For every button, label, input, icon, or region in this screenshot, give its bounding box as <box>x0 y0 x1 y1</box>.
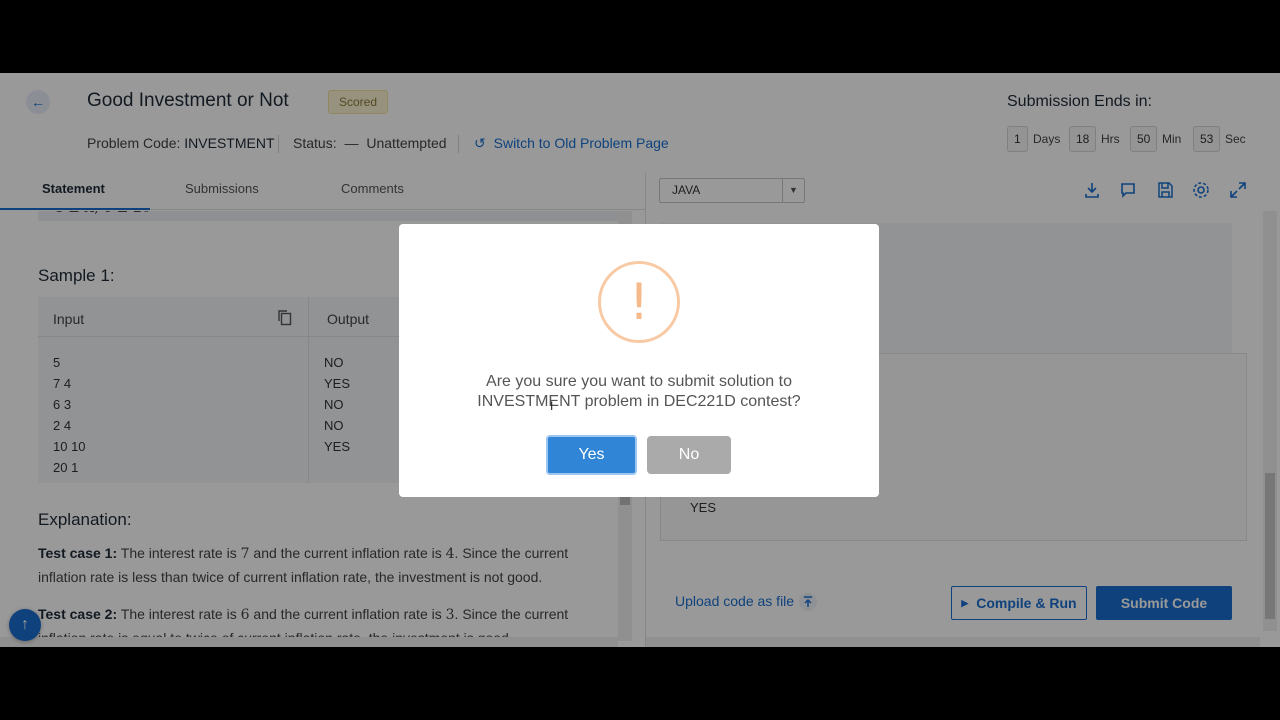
confirm-dialog: ! Are you sure you want to submit soluti… <box>399 224 879 497</box>
confirm-message: Are you sure you want to submit solution… <box>477 373 801 410</box>
app-screen: ← Good Investment or Not Scored Problem … <box>0 73 1280 647</box>
text-cursor-icon: I <box>550 399 554 413</box>
confirm-yes-button[interactable]: Yes <box>546 435 637 475</box>
warning-icon: ! <box>598 261 680 343</box>
confirm-no-button[interactable]: No <box>647 436 731 474</box>
